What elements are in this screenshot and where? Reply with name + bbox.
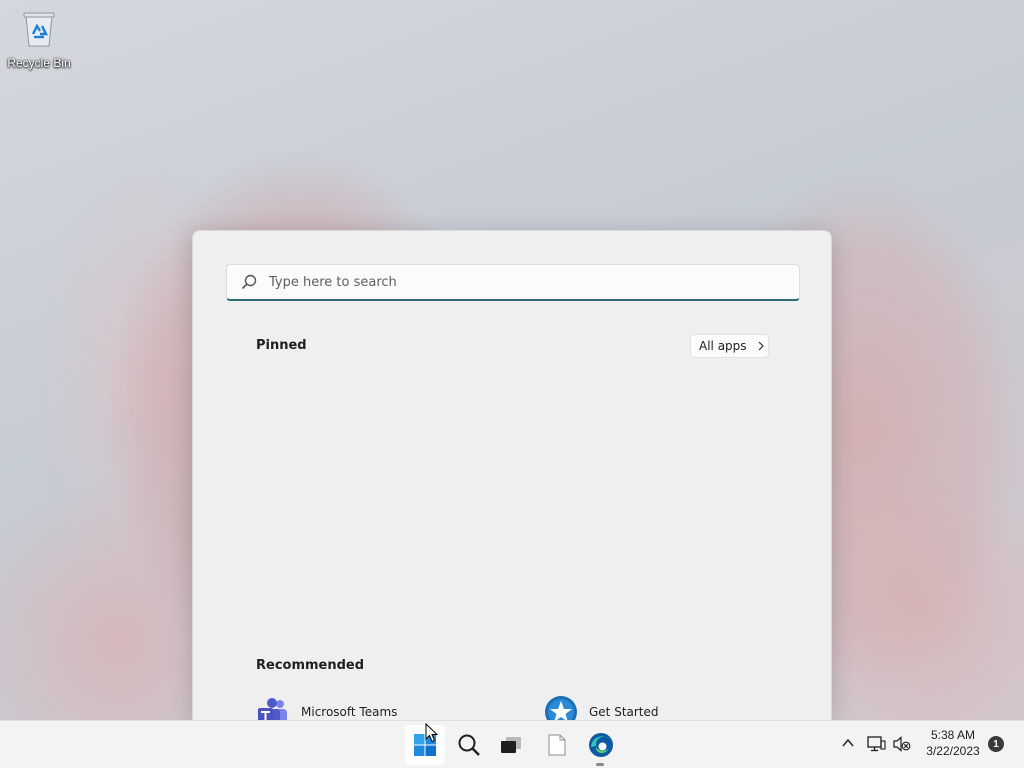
desktop-icon-recycle-bin[interactable]: Recycle Bin	[4, 8, 74, 76]
get-started-icon	[544, 695, 578, 720]
chevron-up-icon[interactable]	[840, 735, 856, 751]
taskbar-search-button[interactable]	[449, 725, 489, 765]
network-icon[interactable]	[866, 735, 886, 753]
chevron-right-icon	[758, 341, 764, 351]
search-input[interactable]	[269, 274, 769, 290]
teams-label: Microsoft Teams	[301, 705, 398, 719]
start-search-box[interactable]	[226, 264, 800, 301]
system-clock[interactable]: 5:38 AM 3/22/2023	[920, 727, 986, 759]
notification-badge[interactable]: 1	[988, 736, 1004, 752]
edge-icon	[589, 733, 613, 757]
edge-running-indicator	[596, 763, 604, 766]
recommended-item-teams[interactable]: Microsoft Teams	[256, 697, 397, 720]
all-apps-label: All apps	[699, 339, 747, 353]
clock-date: 3/22/2023	[926, 744, 980, 758]
mouse-cursor-icon	[425, 723, 438, 743]
recommended-item-get-started[interactable]: Get Started	[544, 695, 659, 720]
file-icon	[548, 734, 566, 756]
get-started-label: Get Started	[589, 705, 659, 719]
teams-icon	[256, 695, 290, 720]
task-view-button[interactable]	[491, 725, 531, 765]
file-button[interactable]	[537, 725, 577, 765]
recycle-bin-label: Recycle Bin	[7, 56, 71, 70]
start-menu: Pinned All apps Recommended Microsoft Te…	[192, 230, 832, 720]
clock-time: 5:38 AM	[930, 728, 976, 742]
search-icon	[241, 274, 257, 290]
recommended-title: Recommended	[256, 658, 365, 673]
volume-muted-icon[interactable]	[893, 736, 911, 752]
search-icon	[458, 734, 480, 756]
recycle-bin-icon	[21, 8, 57, 48]
edge-button[interactable]	[581, 725, 621, 765]
task-view-icon	[501, 737, 521, 753]
pinned-title: Pinned	[256, 338, 307, 353]
all-apps-button[interactable]: All apps	[690, 334, 769, 358]
